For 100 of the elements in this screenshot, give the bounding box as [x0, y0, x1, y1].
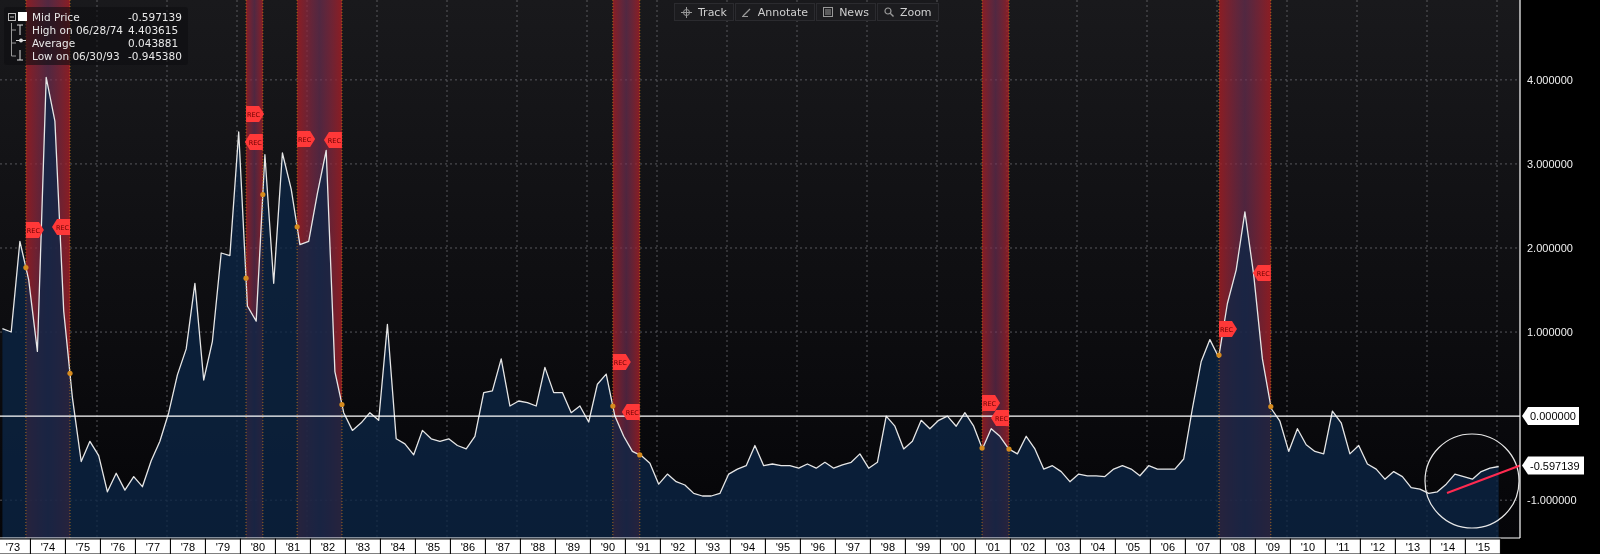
x-tick-label: '97	[845, 541, 861, 553]
x-tick-label: '95	[775, 541, 791, 553]
axis-label: '95	[764, 538, 801, 554]
x-tick-label: '81	[285, 541, 301, 553]
crosshair-icon	[681, 6, 692, 18]
legend-value: 4.403615	[127, 23, 180, 36]
axis-label: '99	[904, 538, 941, 554]
axis-label: '12	[1359, 538, 1396, 554]
search-icon	[883, 7, 894, 17]
axis-label: -1.000000	[1527, 494, 1577, 507]
x-tick-label: '07	[1195, 541, 1211, 553]
x-tick-label: '01	[985, 541, 1001, 553]
pencil-icon	[741, 7, 752, 17]
axis-label: 3.000000	[1527, 157, 1573, 170]
toolbar-button[interactable]: Annotate	[734, 3, 816, 21]
x-tick-label: '89	[565, 541, 581, 553]
x-tick-label: '82	[320, 541, 336, 553]
series-swatch	[18, 12, 27, 21]
axis-label: '74	[29, 538, 66, 554]
axis-label: '78	[169, 538, 206, 554]
x-tick-label: '03	[1055, 541, 1071, 553]
axis-label: '07	[1184, 538, 1221, 554]
axis-label: '73	[0, 538, 31, 554]
x-tick-label: '83	[355, 541, 371, 553]
axis-label: '14	[1429, 538, 1466, 554]
x-tick-label: '96	[810, 541, 826, 553]
x-tick-label: '88	[530, 541, 546, 553]
x-tick-label: '74	[40, 541, 56, 553]
axis-label: '11	[1324, 538, 1361, 554]
axis-label: '81	[274, 538, 311, 554]
x-tick-label: '14	[1440, 541, 1456, 553]
legend-label: High on 06/28/74	[32, 23, 125, 36]
x-tick-label: '12	[1370, 541, 1386, 553]
x-tick-label: '94	[740, 541, 756, 553]
event-dot	[23, 264, 29, 271]
event-dot	[243, 275, 249, 281]
x-tick-label: '78	[180, 541, 196, 553]
event-dot	[610, 403, 616, 409]
event-dot	[260, 192, 266, 198]
event-dot	[1268, 403, 1274, 410]
axis-label: '13	[1394, 538, 1431, 554]
collapse-toggle[interactable]	[8, 12, 16, 21]
axis-label: 1.000000	[1527, 326, 1573, 339]
axis-label: '02	[1009, 538, 1046, 554]
axis-label: '04	[1079, 538, 1116, 554]
x-tick-label: '13	[1405, 541, 1421, 553]
x-tick-label: '99	[915, 541, 931, 553]
event-dot	[294, 224, 300, 230]
axis-label: '97	[834, 538, 871, 554]
axis-label: '15	[1464, 538, 1501, 554]
toolbar-button[interactable]: Zoom	[876, 3, 939, 21]
axis-label: '89	[554, 538, 591, 554]
axis-label: '03	[1044, 538, 1081, 554]
x-tick-label: '98	[880, 541, 896, 553]
axis-label: '96	[799, 538, 836, 554]
event-dot	[637, 452, 643, 458]
toolbar-button[interactable]: Track	[674, 3, 734, 21]
axis-label: '76	[99, 538, 136, 554]
x-tick-label: '15	[1475, 541, 1491, 553]
legend-value: -0.597139	[127, 10, 182, 23]
axis-label: '84	[379, 538, 416, 554]
axis-label: '98	[869, 538, 906, 554]
x-tick-label: '75	[75, 541, 91, 553]
x-tick-label: '04	[1090, 541, 1106, 553]
axis-label: '88	[519, 538, 556, 554]
legend-label: Average	[32, 36, 77, 49]
x-tick-label: '92	[670, 541, 686, 553]
event-dot	[1216, 352, 1222, 358]
axis-label: '82	[309, 538, 346, 554]
x-tick-label: '76	[110, 541, 126, 553]
x-tick-label: '85	[425, 541, 441, 553]
axis-label: '93	[694, 538, 731, 554]
event-dot	[979, 445, 985, 451]
axis-label: '83	[344, 538, 381, 554]
x-tick-label: '86	[460, 541, 476, 553]
x-tick-label: '90	[600, 541, 616, 553]
axis-label: '87	[484, 538, 521, 554]
x-tick-label: '91	[635, 541, 651, 553]
x-tick-label: '00	[950, 541, 966, 553]
axis-label: '06	[1149, 538, 1186, 554]
x-tick-label: '08	[1230, 541, 1246, 553]
axis-label: '01	[974, 538, 1011, 554]
axis-label: '09	[1254, 538, 1291, 554]
x-tick-label: '80	[250, 541, 266, 553]
average-marker-icon	[16, 37, 26, 44]
axis-label: '91	[624, 538, 661, 554]
x-tick-label: '11	[1336, 541, 1350, 553]
axis-label: '77	[134, 538, 171, 554]
event-dot	[339, 401, 345, 408]
toolbar-button[interactable]: News	[816, 3, 876, 21]
axis-label: '86	[449, 538, 486, 554]
axis-label: 2.000000	[1527, 242, 1573, 254]
axis-label: '90	[589, 538, 626, 554]
axis-label: '92	[659, 538, 696, 554]
x-tick-label: '09	[1265, 541, 1281, 553]
legend-value: -0.945380	[127, 49, 182, 62]
x-tick-label: '05	[1125, 541, 1141, 553]
x-tick-label: '77	[145, 541, 161, 553]
ref-line-label: 0.000000	[1530, 410, 1576, 423]
x-tick-label: '02	[1020, 541, 1036, 553]
